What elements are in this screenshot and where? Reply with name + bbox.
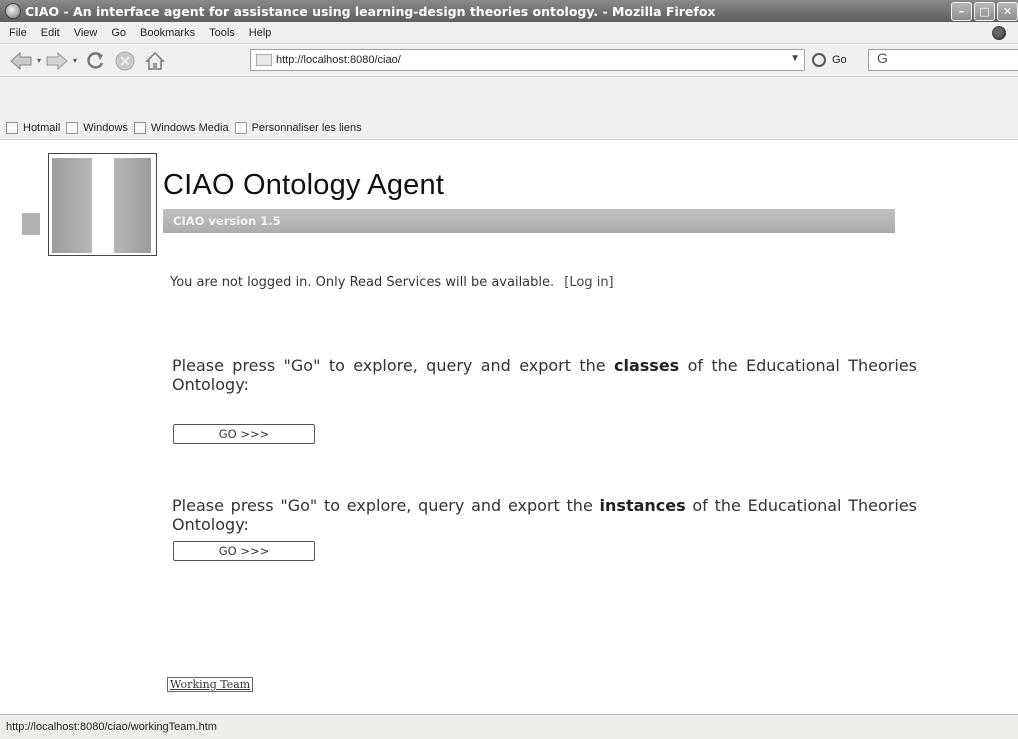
go-icon	[812, 53, 826, 67]
toolbar-spacer	[0, 77, 1018, 117]
search-input[interactable]: G	[868, 49, 1018, 71]
menu-view[interactable]: View	[67, 27, 105, 39]
login-link[interactable]: [Log in]	[564, 275, 613, 290]
ciao-logo	[22, 153, 157, 256]
bookmark-windows-media[interactable]: Windows Media	[133, 122, 229, 134]
menu-file[interactable]: File	[0, 27, 34, 39]
login-status: You are not logged in. Only Read Service…	[170, 275, 614, 290]
back-button[interactable]	[8, 49, 34, 73]
status-text: http://localhost:8080/ciao/workingTeam.h…	[6, 721, 217, 733]
bookmarks-toolbar: Hotmail Windows Windows Media Personnali…	[0, 77, 1018, 140]
navigation-toolbar: ▾ ▾ http://localhost:8080/ciao/ ▼ Go G	[0, 45, 1018, 77]
window-title-bar: CIAO - An interface agent for assistance…	[0, 0, 1018, 22]
menu-bookmarks[interactable]: Bookmarks	[133, 27, 202, 39]
version-banner: CIAO version 1.5	[163, 209, 895, 233]
bookmark-hotmail[interactable]: Hotmail	[6, 122, 60, 134]
address-input[interactable]: http://localhost:8080/ciao/	[276, 54, 401, 66]
instances-prompt-prefix: Please press "Go" to explore, query and …	[172, 496, 600, 515]
menu-go[interactable]: Go	[104, 27, 133, 39]
window-controls: – □ ✕	[951, 2, 1018, 21]
go-button[interactable]: Go	[812, 53, 847, 67]
home-button[interactable]	[140, 48, 170, 74]
status-bar: http://localhost:8080/ciao/workingTeam.h…	[0, 714, 1018, 739]
maximize-button[interactable]: □	[974, 2, 995, 21]
home-icon	[145, 51, 165, 70]
logo-door-left	[52, 158, 92, 253]
classes-prompt: Please press "Go" to explore, query and …	[172, 356, 917, 394]
instances-keyword: instances	[599, 496, 686, 515]
bookmark-label: Personnaliser les liens	[251, 122, 362, 134]
login-message: You are not logged in. Only Read Service…	[170, 275, 555, 290]
forward-button[interactable]	[44, 49, 70, 73]
classes-keyword: classes	[614, 356, 680, 375]
explore-instances-button[interactable]: GO >>>	[173, 541, 315, 561]
forward-arrow-icon	[46, 51, 68, 70]
explore-classes-button[interactable]: GO >>>	[173, 424, 315, 444]
logo-door-right	[114, 158, 151, 253]
bookmark-label: Windows	[83, 122, 128, 134]
go-label: Go	[832, 54, 847, 66]
bookmark-windows[interactable]: Windows	[66, 122, 128, 134]
address-bar[interactable]: http://localhost:8080/ciao/ ▼	[250, 49, 805, 71]
instances-prompt: Please press "Go" to explore, query and …	[172, 496, 917, 534]
address-dropdown-icon[interactable]: ▼	[790, 53, 800, 64]
throbber-icon	[992, 26, 1006, 40]
classes-prompt-prefix: Please press "Go" to explore, query and …	[172, 356, 615, 375]
minimize-button[interactable]: –	[951, 2, 972, 21]
window-title: CIAO - An interface agent for assistance…	[25, 3, 716, 19]
logo-stub	[22, 213, 40, 235]
menu-help[interactable]: Help	[242, 27, 279, 39]
bookmark-page-icon	[234, 122, 247, 134]
bookmark-personnaliser[interactable]: Personnaliser les liens	[234, 122, 362, 134]
bookmark-label: Hotmail	[23, 122, 61, 134]
menu-edit[interactable]: Edit	[34, 27, 67, 39]
working-team-link[interactable]: Working Team	[167, 677, 254, 692]
back-dropdown-icon[interactable]: ▾	[34, 56, 44, 65]
back-arrow-icon	[10, 51, 32, 70]
reload-button[interactable]	[80, 48, 110, 74]
bookmark-page-icon	[133, 122, 146, 134]
page-icon	[256, 54, 272, 66]
close-button[interactable]: ✕	[997, 2, 1018, 21]
bookmark-page-icon	[66, 122, 79, 134]
menu-bar: File Edit View Go Bookmarks Tools Help	[0, 22, 1018, 44]
bookmark-page-icon	[6, 122, 18, 134]
bookmark-label: Windows Media	[150, 122, 229, 134]
forward-dropdown-icon[interactable]: ▾	[70, 56, 80, 65]
stop-icon	[115, 51, 135, 70]
firefox-icon	[5, 3, 21, 19]
page-title: CIAO Ontology Agent	[163, 169, 445, 201]
stop-button[interactable]	[110, 48, 140, 74]
reload-icon	[87, 51, 104, 69]
menu-tools[interactable]: Tools	[202, 27, 242, 39]
version-label: CIAO version 1.5	[173, 214, 281, 228]
